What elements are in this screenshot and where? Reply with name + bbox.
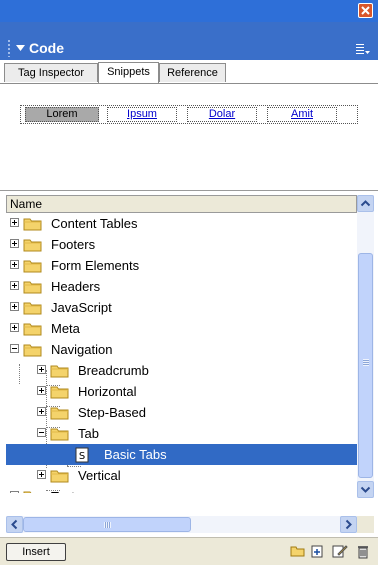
- tree-item-label: Vertical: [78, 468, 121, 483]
- tree-item[interactable]: Form Elements: [6, 255, 357, 276]
- collapse-triangle-icon[interactable]: [16, 45, 25, 51]
- column-header-name[interactable]: Name: [6, 195, 357, 213]
- tree-item[interactable]: Content Tables: [6, 213, 357, 234]
- expand-icon[interactable]: [37, 386, 46, 395]
- tree-item-label: Footers: [51, 237, 96, 252]
- vertical-scroll-thumb[interactable]: [358, 253, 373, 478]
- folder-icon: [50, 426, 70, 445]
- expand-icon[interactable]: [10, 281, 19, 290]
- insert-button[interactable]: Insert: [6, 543, 66, 561]
- expand-icon[interactable]: [10, 323, 19, 332]
- tree-item-label: Meta: [51, 321, 80, 336]
- expand-icon[interactable]: [10, 239, 19, 248]
- tree-item[interactable]: Headers: [6, 276, 357, 297]
- folder-icon: [23, 279, 43, 298]
- chevron-left-icon: [11, 519, 18, 530]
- scroll-down-button[interactable]: [357, 481, 374, 498]
- tree-item-label: Horizontal: [78, 384, 137, 399]
- tree-item-label: Text: [51, 489, 75, 493]
- expand-icon[interactable]: [37, 470, 46, 479]
- edit-snippet-icon[interactable]: [332, 543, 348, 559]
- folder-icon: [23, 342, 43, 361]
- panel-header: Code: [0, 22, 378, 60]
- bottom-toolbar: Insert: [0, 537, 378, 565]
- tab-tag-inspector[interactable]: Tag Inspector: [4, 63, 98, 82]
- chevron-up-icon: [360, 200, 371, 207]
- tree-item[interactable]: Horizontal: [6, 381, 357, 402]
- tree-item[interactable]: Tab: [6, 423, 357, 444]
- expand-icon[interactable]: [37, 407, 46, 416]
- tree-item-label: Content Tables: [51, 216, 138, 231]
- svg-text:S: S: [79, 451, 85, 462]
- scroll-up-button[interactable]: [357, 195, 374, 212]
- drag-grip[interactable]: [7, 39, 11, 57]
- tree-item-label: Basic Tabs: [104, 447, 167, 462]
- tree-item-label: Step-Based: [78, 405, 146, 420]
- tree-item-label: Form Elements: [51, 258, 140, 273]
- folder-icon: [23, 489, 43, 493]
- folder-icon: [50, 363, 70, 382]
- expand-icon[interactable]: [10, 302, 19, 311]
- preview-item: Amit: [267, 107, 337, 122]
- tree-item[interactable]: Meta: [6, 318, 357, 339]
- tree-item[interactable]: Step-Based: [6, 402, 357, 423]
- tree-item[interactable]: S Basic Tabs: [6, 444, 357, 465]
- preview-item: Lorem: [25, 107, 99, 122]
- preview-tab-bar: Lorem Ipsum Dolar Amit: [20, 105, 358, 124]
- new-folder-icon[interactable]: [290, 543, 306, 559]
- tab-reference[interactable]: Reference: [159, 63, 226, 82]
- close-icon: [361, 6, 370, 15]
- preview-item: Ipsum: [107, 107, 177, 122]
- new-snippet-icon[interactable]: [310, 543, 326, 559]
- collapse-icon[interactable]: [37, 428, 46, 437]
- folder-icon: [50, 468, 70, 487]
- title-strip: [0, 0, 378, 22]
- snippet-tree: Content Tables Footers Form Elements Header…: [6, 213, 357, 493]
- expand-icon[interactable]: [37, 365, 46, 374]
- tree-item[interactable]: Footers: [6, 234, 357, 255]
- tree-item-label: JavaScript: [51, 300, 112, 315]
- folder-icon: [50, 405, 70, 424]
- chevron-right-icon: [345, 519, 352, 530]
- tree-item[interactable]: Breadcrumb: [6, 360, 357, 381]
- folder-icon: [23, 321, 43, 340]
- collapse-icon[interactable]: [10, 344, 19, 353]
- scroll-right-button[interactable]: [340, 516, 357, 533]
- panel-title[interactable]: Code: [29, 40, 64, 56]
- chevron-down-icon: [360, 486, 371, 493]
- tree-item-label: Tab: [78, 426, 99, 441]
- snippet-preview: Lorem Ipsum Dolar Amit: [0, 84, 378, 191]
- tree-item-label: Headers: [51, 279, 101, 294]
- delete-icon[interactable]: [355, 543, 371, 559]
- tree-item[interactable]: Navigation: [6, 339, 357, 360]
- folder-icon: [23, 237, 43, 256]
- tab-snippets[interactable]: Snippets: [98, 62, 159, 83]
- folder-icon: [23, 258, 43, 277]
- folder-icon: [23, 300, 43, 319]
- tree-item[interactable]: JavaScript: [6, 297, 357, 318]
- expand-icon[interactable]: [10, 491, 19, 493]
- horizontal-scrollbar[interactable]: [6, 516, 357, 533]
- scroll-corner: [357, 516, 374, 533]
- tree-item-label: Navigation: [51, 342, 113, 357]
- vertical-scrollbar[interactable]: [357, 195, 374, 498]
- folder-icon: [23, 216, 43, 235]
- horizontal-scroll-thumb[interactable]: [23, 517, 191, 532]
- tree-item[interactable]: Text: [6, 486, 357, 493]
- scroll-left-button[interactable]: [6, 516, 23, 533]
- expand-icon[interactable]: [10, 260, 19, 269]
- close-button[interactable]: [358, 3, 373, 18]
- folder-icon: [50, 384, 70, 403]
- preview-item: Dolar: [187, 107, 257, 122]
- tree-item-label: Breadcrumb: [78, 363, 149, 378]
- snippet-icon: S: [74, 447, 90, 466]
- tree-item[interactable]: Vertical: [6, 465, 357, 486]
- expand-icon[interactable]: [10, 218, 19, 227]
- panel-options-icon[interactable]: [356, 43, 370, 55]
